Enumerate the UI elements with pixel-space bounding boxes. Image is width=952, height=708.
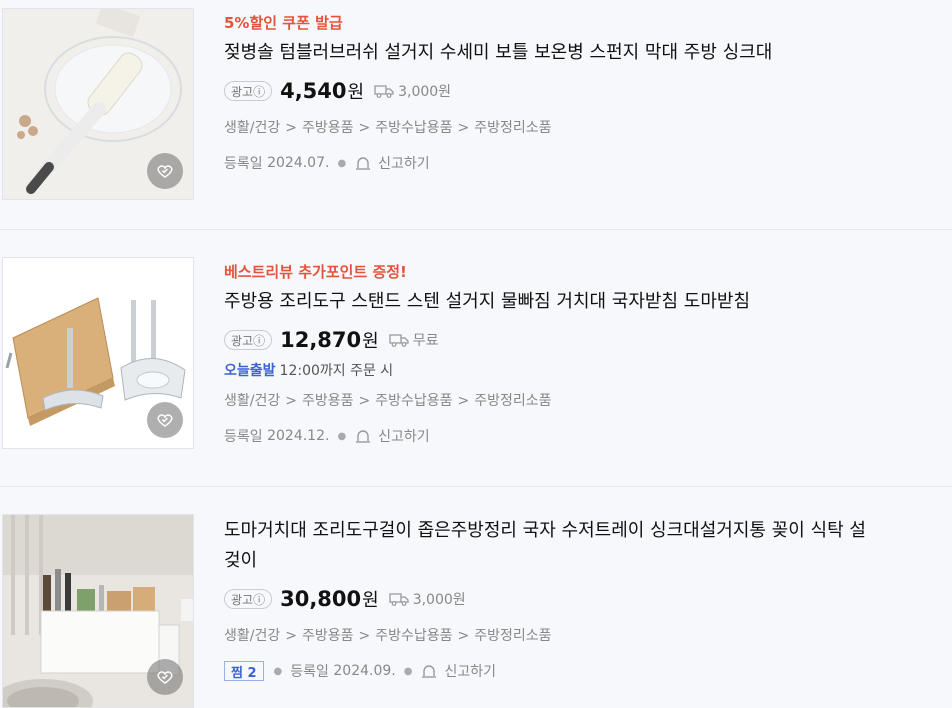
currency: 원 — [362, 590, 379, 611]
today-delivery-text: 12:00까지 주문 시 — [279, 363, 394, 379]
category-separator: > — [358, 628, 371, 644]
promo-label[interactable]: 베스트리뷰 추가포인트 증정! — [224, 261, 948, 283]
reg-label: 등록일 — [290, 664, 329, 680]
category-separator: > — [457, 120, 470, 136]
reg-date: 2024.07. — [267, 155, 330, 171]
wishlist-button[interactable] — [147, 659, 183, 695]
shipping-info: 무료 — [389, 330, 439, 350]
category-1[interactable]: 생활/건강 — [224, 628, 280, 644]
wishlist-button[interactable] — [147, 402, 183, 438]
product-image[interactable] — [2, 514, 194, 708]
category-3[interactable]: 주방수납용품 — [375, 628, 452, 644]
siren-icon — [356, 157, 371, 170]
shipping-fee: 3,000원 — [412, 592, 466, 608]
product-item: 도마거치대 조리도구걸이 좁은주방정리 국자 수저트레이 싱크대설거지통 꽂이 … — [0, 486, 952, 708]
heart-check-icon — [157, 414, 173, 427]
category-separator: > — [358, 393, 371, 409]
reg-label: 등록일 — [224, 429, 263, 445]
shipping-fee: 무료 — [412, 333, 439, 349]
category-path: 생활/건강 > 주방용품 > 주방수납용품 > 주방정리소품 — [224, 624, 948, 648]
truck-icon — [374, 85, 394, 98]
promo-label[interactable]: 5%할인 쿠폰 발급 — [224, 12, 948, 34]
separator-dot: ● — [273, 665, 283, 677]
zzim-count-badge: 찜 2 — [224, 661, 264, 681]
wishlist-button[interactable] — [147, 153, 183, 189]
category-3[interactable]: 주방수납용품 — [375, 120, 452, 136]
category-4[interactable]: 주방정리소품 — [474, 628, 551, 644]
truck-icon — [389, 334, 409, 347]
siren-icon — [356, 430, 371, 443]
product-image[interactable] — [2, 257, 194, 449]
report-button[interactable]: 신고하기 — [420, 661, 496, 681]
shipping-info: 3,000원 — [389, 589, 466, 609]
category-3[interactable]: 주방수납용품 — [375, 393, 452, 409]
price: 4,540 — [280, 79, 347, 103]
product-item: 5%할인 쿠폰 발급 젖병솔 텀블러브러쉬 설거지 수세미 보틀 보온병 스펀지… — [0, 0, 952, 230]
reg-date: 2024.12. — [267, 428, 330, 444]
ad-badge[interactable]: 광고ⓘ — [224, 330, 273, 350]
category-separator: > — [358, 120, 371, 136]
category-separator: > — [285, 120, 297, 136]
product-title-line-1[interactable]: 도마거치대 조리도구걸이 좁은주방정리 국자 수저트레이 싱크대설거지통 꽂이 … — [224, 516, 948, 546]
ad-badge[interactable]: 광고ⓘ — [224, 81, 273, 101]
price: 30,800 — [280, 587, 362, 611]
separator-dot: ● — [403, 665, 413, 677]
today-delivery: 오늘출발 12:00까지 주문 시 — [224, 359, 948, 383]
report-label: 신고하기 — [378, 156, 430, 172]
category-4[interactable]: 주방정리소품 — [474, 120, 551, 136]
category-path: 생활/건강 > 주방용품 > 주방수납용품 > 주방정리소품 — [224, 116, 948, 140]
category-2[interactable]: 주방용품 — [302, 628, 354, 644]
report-label: 신고하기 — [378, 429, 430, 445]
category-separator: > — [285, 628, 297, 644]
category-1[interactable]: 생활/건강 — [224, 393, 280, 409]
reg-date: 2024.09. — [333, 663, 396, 679]
report-label: 신고하기 — [444, 664, 496, 680]
separator-dot: ● — [337, 430, 347, 442]
meta-row: 등록일 2024.12. ● 신고하기 — [224, 424, 948, 448]
price: 12,870 — [280, 328, 362, 352]
product-image[interactable] — [2, 8, 194, 200]
category-separator: > — [285, 393, 297, 409]
product-list: 5%할인 쿠폰 발급 젖병솔 텀블러브러쉬 설거지 수세미 보틀 보온병 스펀지… — [0, 0, 952, 708]
product-title[interactable]: 주방용 조리도구 스탠드 스텐 설거지 물빠짐 거치대 국자받침 도마받침 — [224, 287, 948, 317]
category-4[interactable]: 주방정리소품 — [474, 393, 551, 409]
product-title[interactable]: 젖병솔 텀블러브러쉬 설거지 수세미 보틀 보온병 스펀지 막대 주방 싱크대 — [224, 38, 948, 68]
today-delivery-label: 오늘출발 — [224, 363, 276, 379]
category-path: 생활/건강 > 주방용품 > 주방수납용품 > 주방정리소품 — [224, 389, 948, 413]
category-separator: > — [457, 628, 470, 644]
currency: 원 — [347, 82, 365, 103]
meta-row: 등록일 2024.07. ● 신고하기 — [224, 151, 948, 175]
truck-icon — [389, 593, 409, 606]
report-button[interactable]: 신고하기 — [354, 153, 430, 173]
separator-dot: ● — [337, 157, 347, 169]
ad-badge[interactable]: 광고ⓘ — [224, 589, 273, 609]
currency: 원 — [362, 331, 379, 352]
shipping-info: 3,000원 — [374, 81, 451, 101]
product-title-line-2[interactable]: 겆이 — [224, 546, 948, 576]
siren-icon — [422, 665, 437, 678]
reg-label: 등록일 — [224, 156, 263, 172]
category-separator: > — [457, 393, 470, 409]
category-2[interactable]: 주방용품 — [302, 120, 354, 136]
heart-check-icon — [157, 671, 173, 684]
category-2[interactable]: 주방용품 — [302, 393, 354, 409]
shipping-fee: 3,000원 — [398, 84, 452, 100]
report-button[interactable]: 신고하기 — [354, 426, 430, 446]
product-item: 베스트리뷰 추가포인트 증정! 주방용 조리도구 스탠드 스텐 설거지 물빠짐 … — [0, 229, 952, 487]
category-1[interactable]: 생활/건강 — [224, 120, 280, 136]
meta-row: 찜 2 ● 등록일 2024.09. ● 신고하기 — [224, 659, 948, 683]
heart-check-icon — [157, 165, 173, 178]
